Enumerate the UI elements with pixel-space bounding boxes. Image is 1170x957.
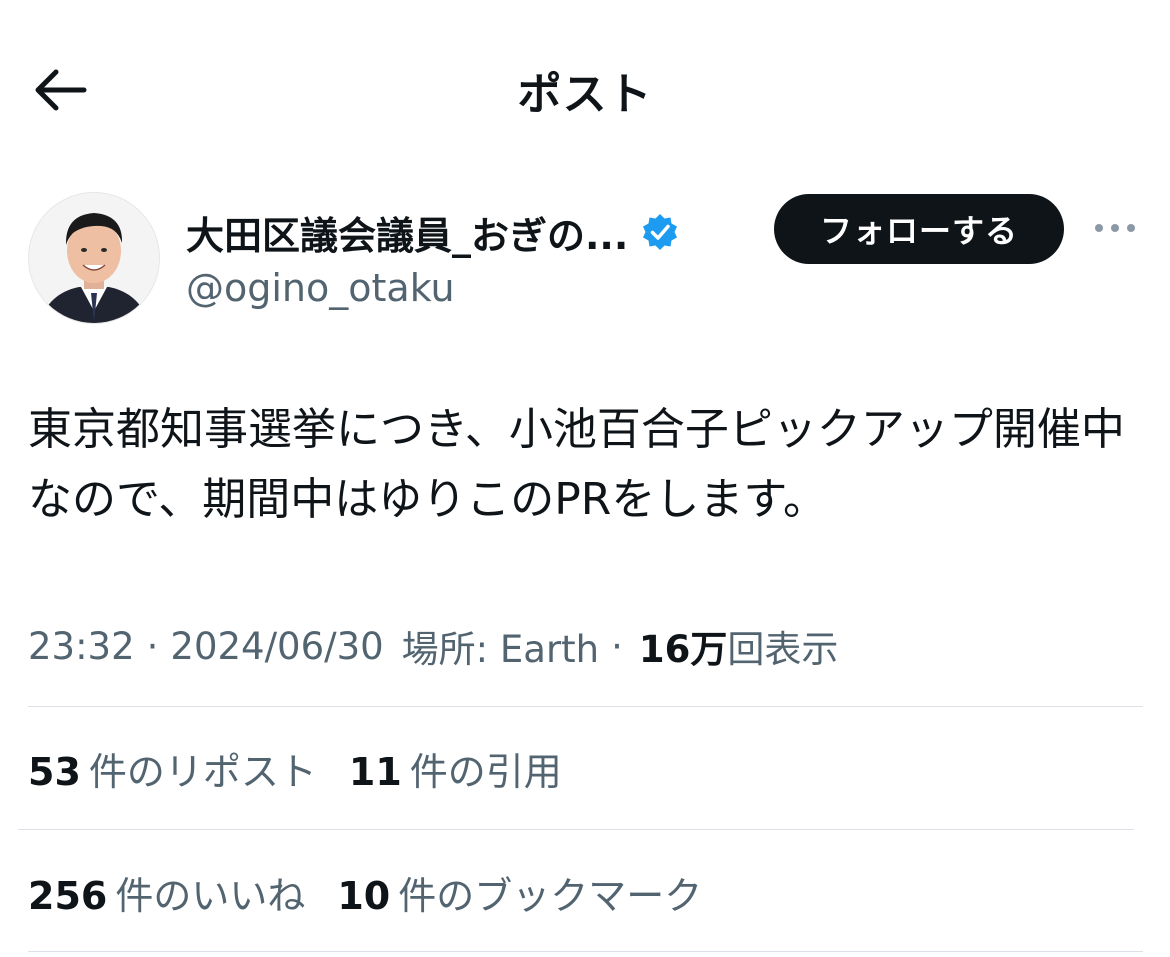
reposts-count: 53 <box>28 749 81 794</box>
avatar[interactable] <box>28 192 160 324</box>
reposts-stat[interactable]: 53 件のリポスト <box>28 741 317 796</box>
likes-count: 256 <box>28 873 108 918</box>
post-meta: 23:32 · 2024/06/30 場所: Earth · 16万 回表示 <box>28 618 1138 674</box>
divider <box>28 706 1143 707</box>
quotes-stat[interactable]: 11 件の引用 <box>349 741 562 796</box>
reposts-label: 件のリポスト <box>88 749 317 794</box>
follow-button[interactable]: フォローする <box>774 194 1064 264</box>
post-text: 東京都知事選挙につき、小池百合子ピックアップ開催中なので、期間中はゆりこのPRを… <box>28 404 1125 525</box>
page-title: ポスト <box>517 69 653 120</box>
bookmarks-stat[interactable]: 10 件のブックマーク <box>337 865 702 920</box>
post-date[interactable]: 2024/06/30 <box>170 625 383 668</box>
views-label: 回表示 <box>727 628 839 671</box>
author-name-block[interactable]: 大田区議会議員_おぎの... @ogino_otaku <box>186 204 756 310</box>
meta-separator: · <box>611 624 623 668</box>
meta-separator: · <box>146 624 159 668</box>
post-time[interactable]: 23:32 <box>28 625 135 668</box>
divider <box>18 829 1134 830</box>
post-author-row: 大田区議会議員_おぎの... @ogino_otaku フォローする <box>0 186 1170 326</box>
post-location: 場所: Earth <box>401 628 600 671</box>
engagement-row: 256 件のいいね 10 件のブックマーク <box>28 862 734 922</box>
likes-stat[interactable]: 256 件のいいね <box>28 865 305 920</box>
quotes-label: 件の引用 <box>409 749 562 794</box>
top-navigation-bar: ポスト <box>0 0 1170 170</box>
author-handle[interactable]: @ogino_otaku <box>186 266 756 310</box>
views-count: 16万 <box>638 628 728 671</box>
engagement-row: 53 件のリポスト 11 件の引用 <box>28 738 594 798</box>
bookmarks-label: 件のブックマーク <box>398 873 703 918</box>
likes-label: 件のいいね <box>115 873 306 918</box>
divider <box>28 951 1143 952</box>
verified-badge-icon <box>643 214 678 250</box>
bookmarks-count: 10 <box>337 873 391 918</box>
more-options-button[interactable] <box>1090 208 1140 248</box>
quotes-count: 11 <box>348 749 402 794</box>
more-horizontal-icon <box>1095 224 1135 232</box>
author-display-name[interactable]: 大田区議会議員_おぎの... <box>186 205 628 260</box>
